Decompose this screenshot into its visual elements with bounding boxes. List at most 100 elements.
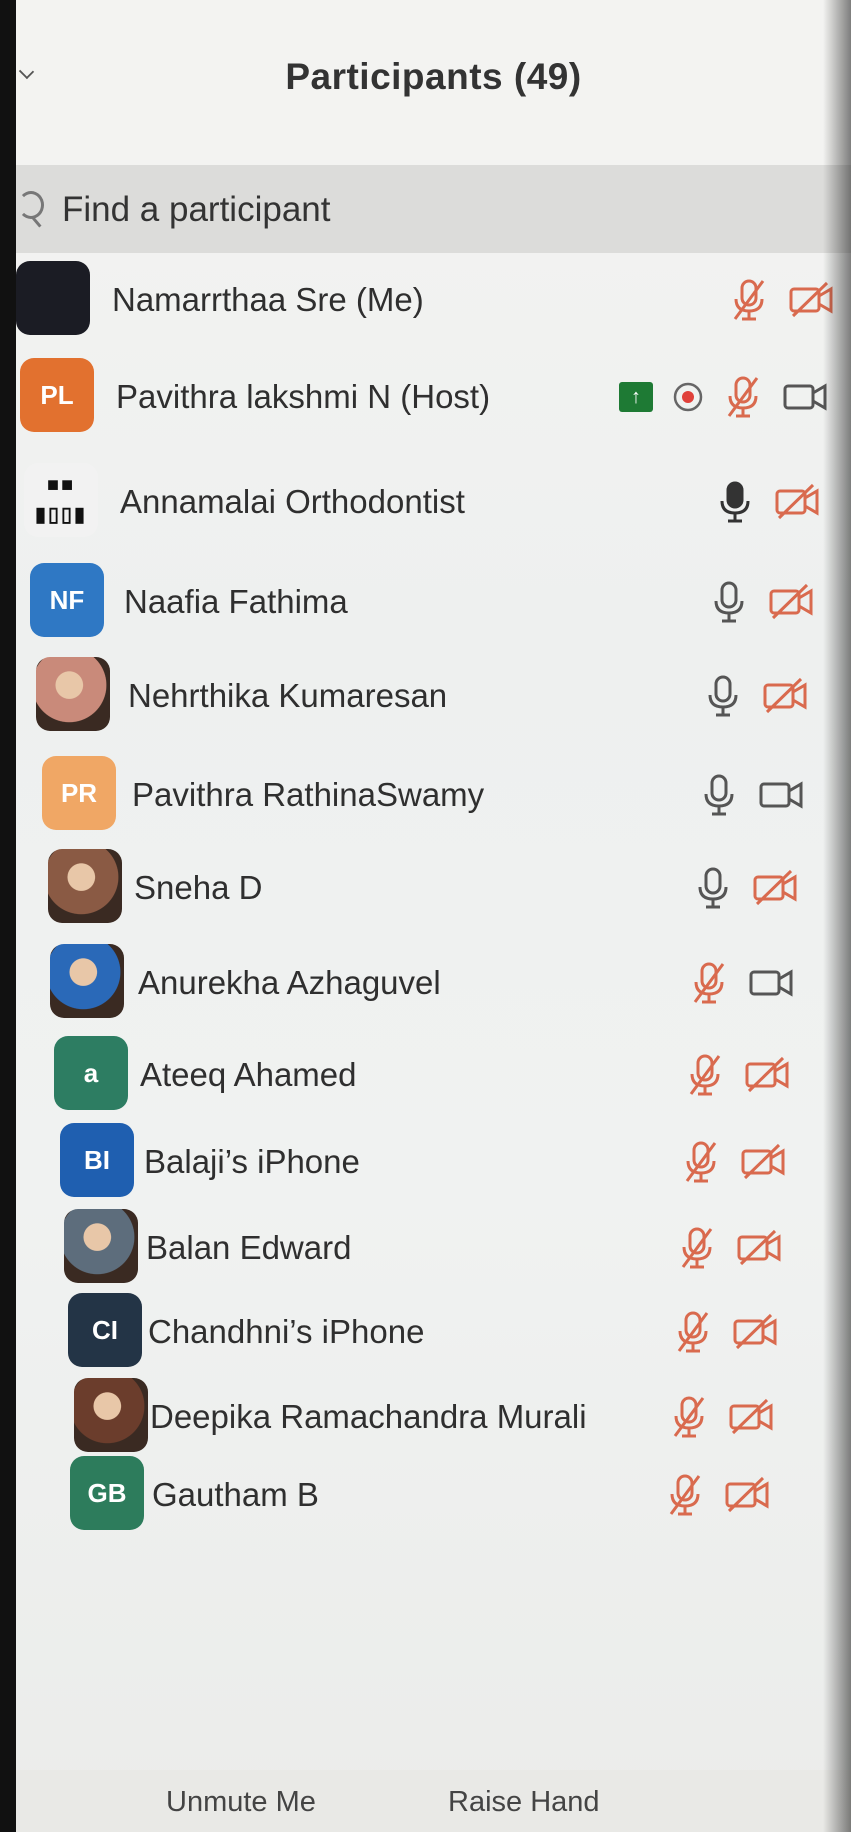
participant-name: Naafia Fathima	[124, 583, 348, 620]
mic-muted-icon[interactable]	[681, 1139, 721, 1185]
avatar-initials: NF	[49, 584, 85, 615]
mic-muted-icon[interactable]	[689, 960, 729, 1006]
video-off-icon[interactable]	[751, 868, 801, 908]
participant-status-icons	[689, 960, 797, 1006]
participant-row[interactable]: NF Naafia Fathima	[16, 555, 851, 653]
participant-row[interactable]: Nehrthika Kumaresan	[16, 649, 851, 747]
avatar: ■■ ▮▯▯▮	[24, 463, 98, 537]
video-off-icon[interactable]	[723, 1475, 773, 1515]
avatar	[36, 657, 110, 731]
participant-name: Deepika Ramachandra Murali	[150, 1398, 587, 1435]
avatar: GB	[70, 1456, 144, 1530]
participant-name: Pavithra RathinaSwamy	[132, 776, 485, 813]
mic-muted-icon[interactable]	[673, 1309, 713, 1355]
video-icon[interactable]	[781, 377, 831, 417]
participant-row[interactable]: PR Pavithra RathinaSwamy	[16, 748, 851, 846]
participant-name: Pavithra lakshmi N (Host)	[116, 378, 491, 415]
participant-status-icons	[685, 1052, 793, 1098]
avatar	[64, 1209, 138, 1283]
participant-status-icons	[665, 1472, 773, 1518]
participant-status-icons	[729, 277, 837, 323]
video-off-icon[interactable]	[735, 1228, 785, 1268]
avatar	[48, 849, 122, 923]
logo-icon: ■■ ▮▯▯▮	[34, 474, 88, 526]
footer-bar: Unmute Me Raise Hand	[16, 1770, 851, 1832]
participant-name: Anurekha Azhaguvel	[138, 964, 441, 1001]
avatar	[74, 1378, 148, 1452]
search-bar	[16, 165, 851, 253]
panel-header: Participants (49)	[16, 0, 851, 165]
video-off-icon[interactable]	[761, 676, 811, 716]
avatar: PR	[42, 756, 116, 830]
participant-name: Annamalai Orthodontist	[120, 483, 465, 520]
video-off-icon[interactable]	[767, 582, 817, 622]
participant-row[interactable]: Namarrthaa Sre (Me)	[16, 253, 851, 351]
video-icon[interactable]	[747, 963, 797, 1003]
mic-muted-icon[interactable]	[665, 1472, 705, 1518]
mic-icon[interactable]	[699, 772, 739, 818]
avatar-initials: a	[83, 1057, 99, 1088]
participant-row[interactable]: Sneha D	[16, 841, 851, 939]
participant-name: Chandhni’s iPhone	[148, 1313, 425, 1350]
video-off-icon[interactable]	[727, 1397, 777, 1437]
avatar-initials: GB	[87, 1477, 127, 1508]
participant-status-icons: ↑	[619, 374, 831, 420]
mic-icon[interactable]	[715, 479, 755, 525]
participant-name: Gautham B	[152, 1476, 319, 1513]
unmute-me-button[interactable]: Unmute Me	[166, 1786, 316, 1819]
video-off-icon[interactable]	[787, 280, 837, 320]
search-input[interactable]	[60, 187, 764, 233]
video-off-icon[interactable]	[739, 1142, 789, 1182]
mic-icon[interactable]	[693, 865, 733, 911]
avatar: CI	[68, 1293, 142, 1367]
video-icon[interactable]	[757, 775, 807, 815]
avatar: a	[54, 1036, 128, 1110]
mic-muted-icon[interactable]	[685, 1052, 725, 1098]
participant-status-icons	[715, 479, 823, 525]
video-off-icon[interactable]	[773, 482, 823, 522]
avatar-initials: CI	[92, 1314, 118, 1345]
participants-panel: Participants (49) Namarrthaa Sre (Me)PLP…	[16, 0, 851, 1832]
mic-muted-icon[interactable]	[729, 277, 769, 323]
share-badge-icon: ↑	[619, 382, 653, 412]
participant-status-icons	[709, 579, 817, 625]
participant-row[interactable]: BI Balaji’s iPhone	[16, 1115, 851, 1213]
participant-name: Nehrthika Kumaresan	[128, 677, 448, 714]
avatar	[16, 261, 90, 335]
participant-name: Namarrthaa Sre (Me)	[112, 281, 424, 318]
participant-row[interactable]: ■■ ▮▯▯▮ Annamalai Orthodontist	[16, 455, 851, 553]
participant-row[interactable]: PL Pavithra lakshmi N (Host) ↑	[16, 350, 851, 448]
avatar-initials: PR	[60, 777, 98, 808]
participant-row[interactable]: CI Chandhni’s iPhone	[16, 1285, 851, 1383]
participant-status-icons	[681, 1139, 789, 1185]
raise-hand-button[interactable]: Raise Hand	[448, 1786, 600, 1819]
search-icon	[18, 191, 44, 219]
mic-icon[interactable]	[709, 579, 749, 625]
mic-muted-icon[interactable]	[723, 374, 763, 420]
record-icon	[671, 380, 705, 414]
participant-name: Balaji’s iPhone	[144, 1143, 360, 1180]
avatar: PL	[20, 358, 94, 432]
participant-status-icons	[673, 1309, 781, 1355]
participant-status-icons	[693, 865, 801, 911]
participant-status-icons	[669, 1394, 777, 1440]
mic-muted-icon[interactable]	[669, 1394, 709, 1440]
panel-title: Participants (49)	[285, 56, 582, 97]
avatar: BI	[60, 1123, 134, 1197]
participant-status-icons	[677, 1225, 785, 1271]
mic-icon[interactable]	[703, 673, 743, 719]
participant-status-icons	[703, 673, 811, 719]
participant-row[interactable]: a Ateeq Ahamed	[16, 1028, 851, 1126]
video-off-icon[interactable]	[731, 1312, 781, 1352]
participant-row[interactable]: GB Gautham B	[16, 1448, 851, 1546]
participant-status-icons	[699, 772, 807, 818]
mic-muted-icon[interactable]	[677, 1225, 717, 1271]
video-off-icon[interactable]	[743, 1055, 793, 1095]
avatar: NF	[30, 563, 104, 637]
avatar-initials: PL	[40, 379, 74, 410]
avatar	[50, 944, 124, 1018]
participant-row[interactable]: Anurekha Azhaguvel	[16, 936, 851, 1034]
participant-name: Sneha D	[134, 869, 263, 906]
avatar-initials: BI	[84, 1144, 110, 1175]
participant-name: Ateeq Ahamed	[140, 1056, 357, 1093]
